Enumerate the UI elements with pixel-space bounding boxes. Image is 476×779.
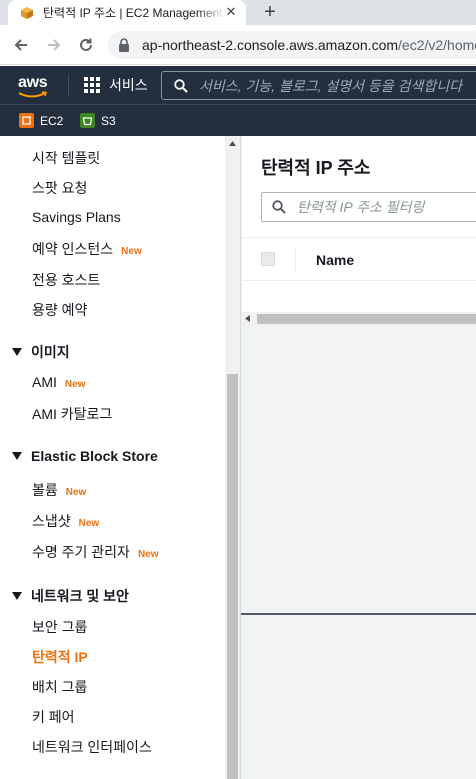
caret-down-icon bbox=[12, 592, 22, 600]
new-badge: New bbox=[65, 487, 87, 498]
lock-icon bbox=[119, 38, 129, 52]
new-badge: New bbox=[64, 379, 86, 390]
sidebar-item-security-groups[interactable]: 보안 그룹 bbox=[32, 617, 87, 637]
url-host: ap-northeast-2.console.aws.amazon.com bbox=[142, 37, 399, 53]
services-label: 서비스 bbox=[109, 77, 148, 93]
sidebar-item-label: 스냅샷 bbox=[32, 513, 71, 529]
sidebar-item-network-interfaces[interactable]: 네트워크 인터페이스 bbox=[32, 737, 152, 757]
search-placeholder: 서비스, 기능, 블로그, 설명서 등을 검색합니다 bbox=[199, 77, 462, 94]
sidebar-item-label: 키 페어 bbox=[32, 709, 75, 725]
console-search-input[interactable]: 서비스, 기능, 블로그, 설명서 등을 검색합니다 bbox=[161, 71, 476, 100]
sidebar-item-elastic-ips[interactable]: 탄력적 IP bbox=[32, 647, 88, 667]
sidebar-item-savings-plans[interactable]: Savings Plans bbox=[32, 209, 121, 225]
sidebar-item-reserved-instances[interactable]: 예약 인스턴스 New bbox=[32, 239, 142, 259]
sidebar-item-label: 볼륨 bbox=[32, 482, 58, 498]
back-arrow-icon[interactable] bbox=[12, 36, 30, 54]
sidebar-item-spot-requests[interactable]: 스팟 요청 bbox=[32, 178, 87, 198]
browser-tabstrip: 탄력적 IP 주소 | EC2 Management Console ✕ + bbox=[0, 0, 476, 25]
favorites-bar: EC2 S3 bbox=[0, 104, 476, 136]
s3-service-icon bbox=[80, 113, 95, 128]
sidebar-item-label: 네트워크 인터페이스 bbox=[32, 739, 152, 755]
horizontal-scrollbar-thumb[interactable] bbox=[257, 314, 476, 324]
ec2-sidebar: 시작 템플릿 스팟 요청 Savings Plans 예약 인스턴스 New 전용… bbox=[0, 136, 225, 779]
sidebar-item-label: AMI 카탈로그 bbox=[32, 406, 113, 422]
favorite-ec2-label: EC2 bbox=[40, 113, 64, 128]
new-badge: New bbox=[137, 549, 159, 560]
sidebar-item-lifecycle-manager[interactable]: 수명 주기 관리자 New bbox=[32, 542, 159, 562]
favorite-s3[interactable]: S3 bbox=[80, 113, 116, 128]
header-divider bbox=[68, 74, 69, 96]
services-menu-button[interactable]: 서비스 bbox=[83, 75, 148, 95]
split-panel-divider[interactable] bbox=[241, 613, 476, 615]
search-icon bbox=[272, 200, 286, 214]
sidebar-item-capacity-reservations[interactable]: 용량 예약 bbox=[32, 300, 87, 320]
section-title: 이미지 bbox=[31, 344, 70, 360]
sidebar-item-ami-catalog[interactable]: AMI 카탈로그 bbox=[32, 404, 112, 424]
forward-arrow-icon[interactable] bbox=[45, 36, 63, 54]
caret-down-icon bbox=[12, 452, 22, 460]
favorite-ec2[interactable]: EC2 bbox=[19, 113, 63, 128]
sidebar-item-label: 용량 예약 bbox=[32, 302, 88, 318]
browser-tab[interactable]: 탄력적 IP 주소 | EC2 Management Console ✕ bbox=[8, 0, 246, 25]
scroll-up-arrow-icon[interactable] bbox=[229, 141, 236, 146]
address-bar[interactable]: ap-northeast-2.console.aws.amazon.com/ec… bbox=[108, 31, 476, 59]
caret-down-icon bbox=[12, 348, 22, 356]
sidebar-item-label: 시작 템플릿 bbox=[32, 150, 101, 166]
url-text: ap-northeast-2.console.aws.amazon.com/ec… bbox=[142, 37, 476, 53]
sidebar-item-label: AMI bbox=[32, 374, 57, 390]
favorite-s3-label: S3 bbox=[101, 113, 116, 128]
section-title: Elastic Block Store bbox=[31, 448, 158, 464]
filter-input[interactable]: 탄력적 IP 주소 필터링 bbox=[261, 192, 476, 222]
sidebar-section-images[interactable]: 이미지 bbox=[12, 342, 70, 362]
sidebar-item-volumes[interactable]: 볼륨 New bbox=[32, 480, 86, 500]
sidebar-item-label: 예약 인스턴스 bbox=[32, 241, 114, 257]
section-title: 네트워크 및 보안 bbox=[31, 588, 129, 604]
new-badge: New bbox=[121, 246, 142, 257]
grid-menu-icon bbox=[84, 77, 100, 93]
sidebar-item-snapshots[interactable]: 스냅샷 New bbox=[32, 511, 99, 531]
search-icon bbox=[174, 78, 188, 93]
column-header-name[interactable]: Name bbox=[316, 252, 354, 268]
scroll-left-arrow-icon[interactable] bbox=[245, 315, 250, 322]
sidebar-item-ami[interactable]: AMI New bbox=[32, 374, 85, 390]
aws-smile-icon bbox=[18, 91, 48, 98]
page-title: 탄력적 IP 주소 bbox=[261, 158, 371, 178]
sidebar-item-key-pairs[interactable]: 키 페어 bbox=[32, 707, 75, 727]
table-header: Name bbox=[242, 237, 476, 281]
elastic-ip-table-panel: 탄력적 IP 주소 탄력적 IP 주소 필터링 Name bbox=[242, 136, 476, 314]
sidebar-item-label: 탄력적 IP bbox=[32, 649, 88, 665]
sidebar-scrollbar[interactable] bbox=[225, 136, 240, 779]
aws-console-header: aws 서비스 서비스, 기능, 블로그, 설명서 등을 검색합니다 bbox=[0, 66, 476, 104]
select-all-checkbox[interactable] bbox=[261, 252, 275, 266]
sidebar-item-label: 수명 주기 관리자 bbox=[32, 544, 130, 560]
sidebar-item-label: 배치 그룹 bbox=[32, 679, 88, 695]
sidebar-item-label: Savings Plans bbox=[32, 209, 121, 225]
sidebar-item-label: 보안 그룹 bbox=[32, 619, 88, 635]
sidebar-section-ebs[interactable]: Elastic Block Store bbox=[12, 448, 158, 464]
sidebar-item-dedicated-hosts[interactable]: 전용 호스트 bbox=[32, 270, 100, 290]
reload-icon[interactable] bbox=[77, 36, 95, 54]
aws-logo[interactable]: aws bbox=[18, 74, 48, 92]
sidebar-item-label: 전용 호스트 bbox=[32, 272, 101, 288]
new-badge: New bbox=[78, 518, 100, 529]
tab-title: 탄력적 IP 주소 | EC2 Management Console bbox=[43, 6, 225, 20]
browser-toolbar: ap-northeast-2.console.aws.amazon.com/ec… bbox=[0, 25, 476, 65]
url-path: /ec2/v2/home bbox=[398, 37, 476, 53]
main-content: 탄력적 IP 주소 탄력적 IP 주소 필터링 Name bbox=[240, 136, 476, 779]
ec2-service-icon bbox=[19, 113, 34, 128]
filter-placeholder: 탄력적 IP 주소 필터링 bbox=[297, 199, 425, 215]
close-tab-icon[interactable]: ✕ bbox=[224, 5, 238, 19]
sidebar-section-network-security[interactable]: 네트워크 및 보안 bbox=[12, 586, 129, 606]
table-horizontal-scrollbar[interactable] bbox=[241, 312, 476, 326]
column-divider bbox=[295, 248, 296, 272]
aws-cube-icon bbox=[21, 6, 33, 19]
sidebar-item-launch-templates[interactable]: 시작 템플릿 bbox=[32, 148, 100, 168]
sidebar-scrollbar-thumb[interactable] bbox=[227, 374, 238, 779]
new-tab-button[interactable]: + bbox=[260, 2, 280, 22]
sidebar-item-label: 스팟 요청 bbox=[32, 180, 88, 196]
sidebar-item-placement-groups[interactable]: 배치 그룹 bbox=[32, 677, 87, 697]
